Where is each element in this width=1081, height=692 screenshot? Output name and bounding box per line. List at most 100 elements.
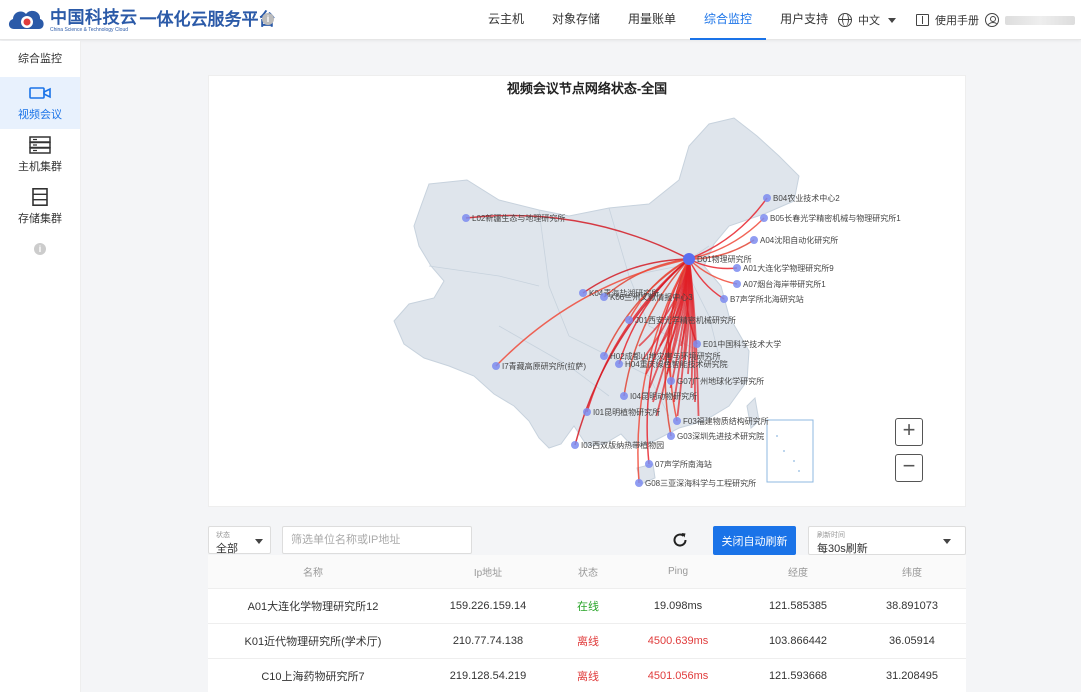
sidebar-item-host-cluster[interactable]: 主机集群 xyxy=(0,129,80,181)
cell-ping: 19.098ms xyxy=(653,600,703,612)
node-marker xyxy=(763,194,771,202)
disable-auto-refresh-button[interactable]: 关闭自动刷新 xyxy=(713,526,796,555)
node-label: E01中国科学技术大学 xyxy=(703,339,781,349)
zoom-out-button[interactable]: − xyxy=(895,454,923,482)
status-badge: 离线 xyxy=(577,671,599,683)
nav-monitoring[interactable]: 综合监控 xyxy=(690,0,767,40)
cell-ip: 159.226.159.14 xyxy=(449,600,527,612)
node-label: G07广州地球化学研究所 xyxy=(677,376,764,386)
col-header-ping[interactable]: Ping xyxy=(618,555,738,588)
status-filter-select[interactable]: 状态 全部 xyxy=(208,526,271,555)
node-marker xyxy=(635,479,643,487)
node-marker xyxy=(625,316,633,324)
node-marker xyxy=(760,214,768,222)
map-title: 视频会议节点网络状态-全国 xyxy=(506,81,668,96)
cell-latitude: 38.891073 xyxy=(886,600,938,612)
node-marker xyxy=(720,295,728,303)
info-icon[interactable]: i xyxy=(34,243,46,255)
status-filter-label: 状态 xyxy=(216,532,230,539)
table-row[interactable]: A01大连化学物理研究所12 159.226.159.14 在线 19.098m… xyxy=(208,589,966,624)
table-row[interactable]: C10上海药物研究所7 219.128.54.219 离线 4501.056ms… xyxy=(208,659,966,692)
table-row[interactable]: K01近代物理研究所(学术厅) 210.77.74.138 离线 4500.63… xyxy=(208,624,966,659)
cell-latitude: 36.05914 xyxy=(889,635,935,647)
table-header: 名称 Ip地址 状态 Ping 经度 纬度 xyxy=(208,555,966,589)
refresh-icon[interactable] xyxy=(671,531,689,549)
node-label: J01西安光学精密机械研究所 xyxy=(635,315,736,325)
status-badge: 在线 xyxy=(577,601,599,613)
top-right-tools: 中文 使用手册 xyxy=(838,0,1075,40)
chevron-down-icon[interactable] xyxy=(888,17,896,23)
logo-cn-text: 中国科技云 xyxy=(50,7,138,27)
inset-island xyxy=(798,470,800,472)
node-label: G08三亚深海科学与工程研究所 xyxy=(645,478,756,488)
storage-icon xyxy=(32,188,48,206)
col-header-latitude[interactable]: 纬度 xyxy=(858,555,966,588)
chevron-down-icon xyxy=(943,539,951,544)
refresh-interval-select[interactable]: 刷新时间 每30s刷新 xyxy=(808,526,966,555)
node-label: I01昆明植物研究所 xyxy=(593,407,660,417)
network-map-panel: B04农业技术中心2 B05长春光学精密机械与物理研究所1 L02新疆生态与地理研究… xyxy=(208,75,966,507)
search-input[interactable] xyxy=(282,526,472,554)
cell-name: K01近代物理研究所(学术厅) xyxy=(244,636,382,648)
nav-cloud-host[interactable]: 云主机 xyxy=(474,0,538,40)
cell-name: C10上海药物研究所7 xyxy=(261,671,365,683)
sidebar-item-label: 存储集群 xyxy=(18,213,62,225)
node-label: L02新疆生态与地理研究所 xyxy=(472,213,565,223)
hub-node-label: D01物理研究所 xyxy=(697,254,752,264)
sidebar-item-storage-cluster[interactable]: 存储集群 xyxy=(0,181,80,233)
node-label: A04沈阳自动化研究所 xyxy=(760,235,838,245)
globe-icon[interactable] xyxy=(838,13,852,27)
col-header-longitude[interactable]: 经度 xyxy=(738,555,858,588)
node-label: F03福建物质结构研究所 xyxy=(683,416,769,426)
node-marker xyxy=(615,360,623,368)
node-label: 07声学所南海站 xyxy=(655,459,712,469)
top-navbar: 中国科技云 China Science & Technology Cloud 一… xyxy=(0,0,1081,40)
nav-user-support[interactable]: 用户支持 xyxy=(766,0,842,40)
node-label: A01大连化学物理研究所9 xyxy=(743,263,834,273)
node-marker xyxy=(673,417,681,425)
node-label: K06兰州文献情报中心3 xyxy=(610,292,693,302)
zoom-in-button[interactable]: + xyxy=(895,418,923,446)
node-marker xyxy=(733,280,741,288)
cell-name: A01大连化学物理研究所12 xyxy=(247,601,379,613)
node-marker xyxy=(579,289,587,297)
cloud-logo-icon xyxy=(8,10,44,29)
china-network-map[interactable]: B04农业技术中心2 B05长春光学精密机械与物理研究所1 L02新疆生态与地理研究… xyxy=(209,76,967,508)
sidebar: 综合监控 视频会议 主机集群 存储集群 i xyxy=(0,41,81,692)
col-header-name[interactable]: 名称 xyxy=(208,555,418,588)
chevron-down-icon xyxy=(255,539,263,544)
cell-longitude: 121.585385 xyxy=(768,600,828,612)
info-icon[interactable]: i xyxy=(262,13,274,25)
manual-icon[interactable] xyxy=(916,14,929,26)
platform-title: 一体化云服务平台 xyxy=(139,10,276,29)
node-label: I04昆明动物研究所 xyxy=(630,391,697,401)
user-manual-link[interactable]: 使用手册 xyxy=(935,12,979,28)
nav-usage-billing[interactable]: 用量账单 xyxy=(614,0,690,40)
node-marker xyxy=(667,377,675,385)
user-avatar-icon[interactable] xyxy=(985,13,999,27)
sidebar-item-label: 视频会议 xyxy=(18,109,62,121)
node-label: I7青藏高原研究所(拉萨) xyxy=(502,361,586,371)
logo[interactable]: 中国科技云 China Science & Technology Cloud 一… xyxy=(6,4,276,36)
main-nav: 云主机 对象存储 用量账单 综合监控 用户支持 xyxy=(474,0,842,40)
video-camera-icon xyxy=(29,87,51,99)
node-marker xyxy=(645,460,653,468)
node-marker xyxy=(667,432,675,440)
refresh-interval-value: 每30s刷新 xyxy=(817,543,868,555)
logo-en-text: China Science & Technology Cloud xyxy=(50,26,129,33)
sidebar-item-label: 主机集群 xyxy=(18,161,62,173)
language-selector[interactable]: 中文 xyxy=(858,12,880,28)
col-header-ip[interactable]: Ip地址 xyxy=(418,555,558,588)
sidebar-item-video-conference[interactable]: 视频会议 xyxy=(0,77,80,129)
south-china-sea-inset xyxy=(766,419,814,483)
cell-ip: 210.77.74.138 xyxy=(452,635,524,647)
user-name-redacted[interactable] xyxy=(1005,15,1075,25)
node-label: H04重庆绿色智能技术研究院 xyxy=(625,359,728,369)
node-marker xyxy=(693,340,701,348)
node-label: B7声学所北海研究站 xyxy=(730,294,804,304)
node-marker xyxy=(600,293,608,301)
node-status-table: 名称 Ip地址 状态 Ping 经度 纬度 A01大连化学物理研究所12 159… xyxy=(208,555,966,692)
nav-object-storage[interactable]: 对象存储 xyxy=(538,0,614,40)
node-marker xyxy=(600,352,608,360)
col-header-status[interactable]: 状态 xyxy=(558,555,618,588)
